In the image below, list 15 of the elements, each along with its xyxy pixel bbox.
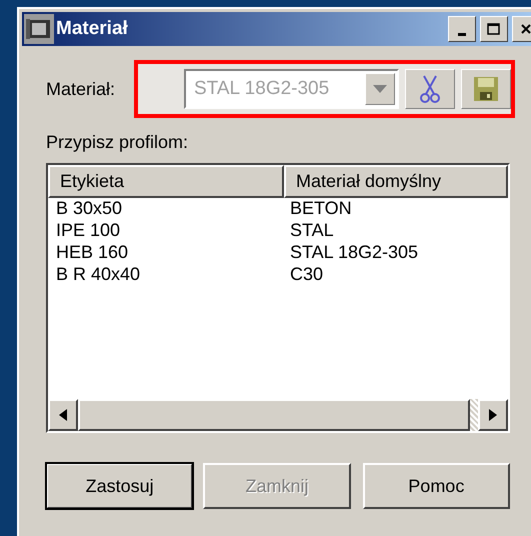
table-cell-text: BETON bbox=[288, 198, 353, 220]
dialog-button[interactable]: Pomoc bbox=[362, 463, 510, 509]
column-header[interactable]: Etykieta bbox=[48, 165, 284, 198]
table-cell-text: B 30x50 bbox=[55, 198, 124, 220]
window-title: Materiał bbox=[56, 18, 129, 40]
table-cell-text: STAL 18G2-305 bbox=[288, 242, 420, 264]
table-cell-text: HEB 160 bbox=[55, 242, 130, 264]
table-cell-text: B R 40x40 bbox=[55, 264, 142, 286]
dialog-button[interactable]: Zastosuj bbox=[46, 463, 194, 509]
table-cell-text: STAL bbox=[288, 220, 335, 242]
assign-label: Przypisz profilom: bbox=[46, 132, 190, 153]
column-header[interactable]: Materiał domyślny bbox=[284, 165, 508, 198]
material-label: Materiał: bbox=[46, 78, 116, 100]
table-cell-text: IPE 100 bbox=[55, 220, 122, 242]
table-cell-text: C30 bbox=[288, 264, 324, 286]
